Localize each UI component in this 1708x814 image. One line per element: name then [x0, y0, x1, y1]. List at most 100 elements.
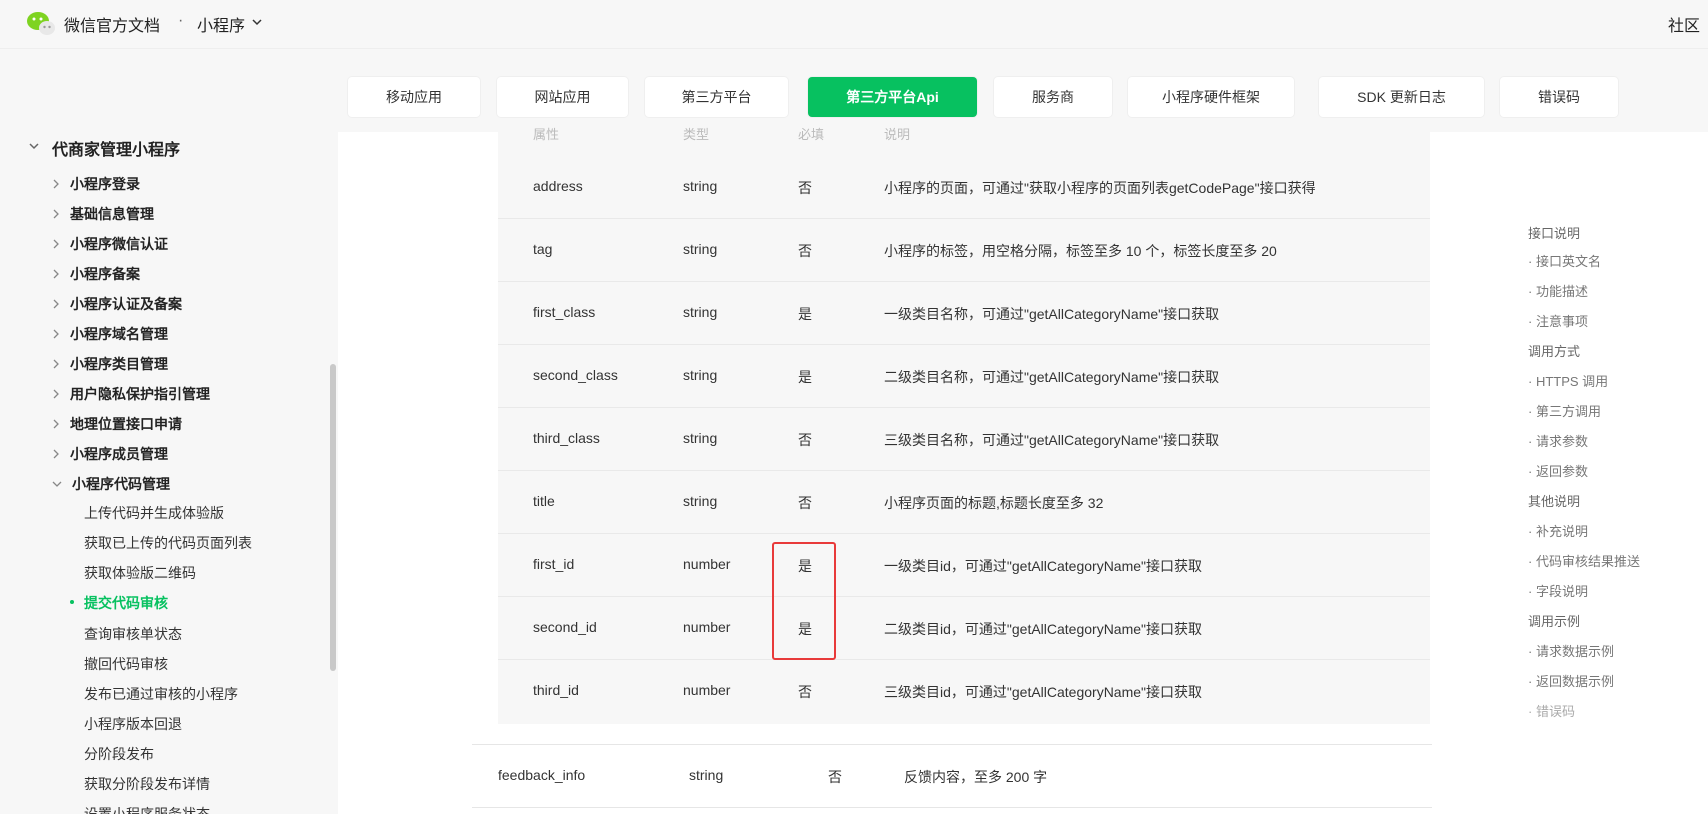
cell-type: number [683, 619, 731, 635]
sidebar-item[interactable]: 小程序微信认证 [52, 234, 168, 254]
table-row: third_id number 否 三级类目id，可通过"getAllCateg… [498, 660, 1430, 723]
sidebar-title-label: 代商家管理小程序 [52, 142, 181, 159]
toc-item[interactable]: 调用方式 [1528, 341, 1580, 360]
cell-name: first_id [533, 556, 575, 572]
product-switcher[interactable]: 小程序 [197, 12, 263, 36]
chevron-right-icon [52, 326, 60, 342]
nav-hardware-framework[interactable]: 小程序硬件框架 [1128, 77, 1294, 117]
sidebar-item-label: 小程序备案 [70, 266, 140, 282]
chevron-right-icon [52, 446, 60, 462]
toc-item[interactable]: · 字段说明 [1528, 581, 1588, 600]
col-header-desc: 说明 [884, 127, 911, 142]
toc-item[interactable]: · 代码审核结果推送 [1528, 551, 1640, 570]
table-row: second_class string 是 二级类目名称，可通过"getAllC… [498, 345, 1430, 408]
cell-type: number [683, 556, 731, 572]
sidebar-subitem[interactable]: 获取体验版二维码 [84, 563, 196, 583]
sidebar-subitem[interactable]: 分阶段发布 [84, 744, 154, 764]
cell-name: first_class [533, 304, 596, 320]
sidebar-subitem-active[interactable]: 提交代码审核 [70, 593, 168, 613]
sidebar-subitem[interactable]: 撤回代码审核 [84, 654, 168, 674]
toc-item[interactable]: · 注意事项 [1528, 311, 1588, 330]
sidebar-item[interactable]: 小程序域名管理 [52, 324, 168, 344]
sidebar-subitem[interactable]: 小程序版本回退 [84, 714, 182, 734]
sidebar-item[interactable]: 小程序类目管理 [52, 354, 168, 374]
cell-required: 是 [798, 306, 812, 322]
table-row: title string 否 小程序页面的标题,标题长度至多 32 [498, 471, 1430, 534]
product-label: 小程序 [197, 18, 246, 35]
toc-item[interactable]: · 补充说明 [1528, 521, 1588, 540]
toc-item[interactable]: 其他说明 [1528, 491, 1580, 510]
toc-item[interactable]: · HTTPS 调用 [1528, 371, 1608, 390]
toc-item[interactable]: · 返回参数 [1528, 461, 1588, 480]
sidebar-scrollbar[interactable] [330, 364, 336, 671]
toc-item[interactable]: 接口说明 [1528, 223, 1580, 242]
sidebar-subitem[interactable]: 设置小程序服务状态 [84, 804, 210, 814]
cell-required: 否 [828, 769, 842, 785]
sidebar-subitem[interactable]: 上传代码并生成体验版 [84, 503, 224, 523]
sidebar-item-label: 小程序成员管理 [70, 446, 168, 462]
cell-required: 否 [798, 432, 812, 448]
nav-service-provider[interactable]: 服务商 [994, 77, 1112, 117]
brand-separator: · [178, 12, 184, 29]
sidebar-item-label: 地理位置接口申请 [70, 416, 182, 432]
cell-desc: 二级类目id，可通过"getAllCategoryName"接口获取 [884, 621, 1203, 637]
sidebar-item-label: 小程序认证及备案 [70, 296, 182, 312]
top-header: 微信官方文档 · 小程序 社区 [0, 0, 1708, 48]
cell-desc: 一级类目名称，可通过"getAllCategoryName"接口获取 [884, 306, 1220, 322]
cell-desc: 三级类目id，可通过"getAllCategoryName"接口获取 [884, 684, 1203, 700]
cell-name: address [533, 178, 583, 194]
sidebar-item-label: 用户隐私保护指引管理 [70, 386, 210, 402]
sidebar-subitem[interactable]: 获取分阶段发布详情 [84, 774, 210, 794]
chevron-right-icon [52, 416, 60, 432]
cell-required: 否 [798, 180, 812, 196]
sidebar-section-title[interactable]: 代商家管理小程序 [28, 136, 180, 160]
nav-third-party-api[interactable]: 第三方平台Api [808, 77, 977, 117]
sidebar-item[interactable]: 基础信息管理 [52, 204, 154, 224]
active-bullet-icon [70, 600, 74, 604]
table-row: tag string 否 小程序的标签，用空格分隔，标签至多 10 个，标签长度… [498, 219, 1430, 282]
top-nav: 移动应用 网站应用 第三方平台 第三方平台Api 服务商 小程序硬件框架 SDK… [0, 48, 1708, 132]
cell-type: string [683, 430, 718, 446]
sidebar-item[interactable]: 小程序备案 [52, 264, 140, 284]
table-row-outer: feedback_info string 否 反馈内容，至多 200 字 [472, 744, 1432, 808]
sidebar-item-label: 基础信息管理 [70, 206, 154, 222]
chevron-right-icon [52, 356, 60, 372]
nav-error-codes[interactable]: 错误码 [1500, 77, 1618, 117]
toc-item[interactable]: · 请求数据示例 [1528, 641, 1614, 660]
toc-item[interactable]: · 第三方调用 [1528, 401, 1601, 420]
sidebar-item[interactable]: 用户隐私保护指引管理 [52, 384, 210, 404]
sidebar-subitem[interactable]: 获取已上传的代码页面列表 [84, 533, 252, 553]
cell-type: string [689, 767, 724, 783]
chevron-down-icon [251, 15, 263, 33]
toc-item[interactable]: 调用示例 [1528, 611, 1580, 630]
cell-type: string [683, 367, 718, 383]
nav-third-party[interactable]: 第三方平台 [645, 77, 788, 117]
nav-mobile-app[interactable]: 移动应用 [348, 77, 480, 117]
toc-item[interactable]: · 返回数据示例 [1528, 671, 1614, 690]
sidebar-item[interactable]: 小程序登录 [52, 174, 140, 194]
col-header-type: 类型 [683, 127, 710, 142]
cell-type: string [683, 241, 718, 257]
brand-title[interactable]: 微信官方文档 [64, 12, 160, 36]
sidebar-item-code-management[interactable]: 小程序代码管理 [52, 474, 170, 494]
toc-item[interactable]: · 接口英文名 [1528, 251, 1601, 270]
sidebar-item-label: 小程序微信认证 [70, 236, 168, 252]
cell-type: string [683, 493, 718, 509]
toc-item[interactable]: · 功能描述 [1528, 281, 1588, 300]
nav-web-app[interactable]: 网站应用 [497, 77, 628, 117]
sidebar-subitem[interactable]: 发布已通过审核的小程序 [84, 684, 238, 704]
sidebar-item[interactable]: 小程序认证及备案 [52, 294, 182, 314]
sidebar-subitem[interactable]: 查询审核单状态 [84, 624, 182, 644]
table-row: first_class string 是 一级类目名称，可通过"getAllCa… [498, 282, 1430, 345]
community-link[interactable]: 社区 [1668, 12, 1708, 36]
cell-type: string [683, 304, 718, 320]
cell-required: 否 [798, 684, 812, 700]
cell-required: 否 [798, 243, 812, 259]
wechat-logo-icon[interactable] [26, 10, 56, 38]
sidebar-item[interactable]: 小程序成员管理 [52, 444, 168, 464]
nav-sdk-changelog[interactable]: SDK 更新日志 [1319, 77, 1484, 117]
toc-item[interactable]: · 错误码 [1528, 701, 1575, 720]
chevron-down-icon [52, 476, 62, 492]
toc-item[interactable]: · 请求参数 [1528, 431, 1588, 450]
sidebar-item[interactable]: 地理位置接口申请 [52, 414, 182, 434]
